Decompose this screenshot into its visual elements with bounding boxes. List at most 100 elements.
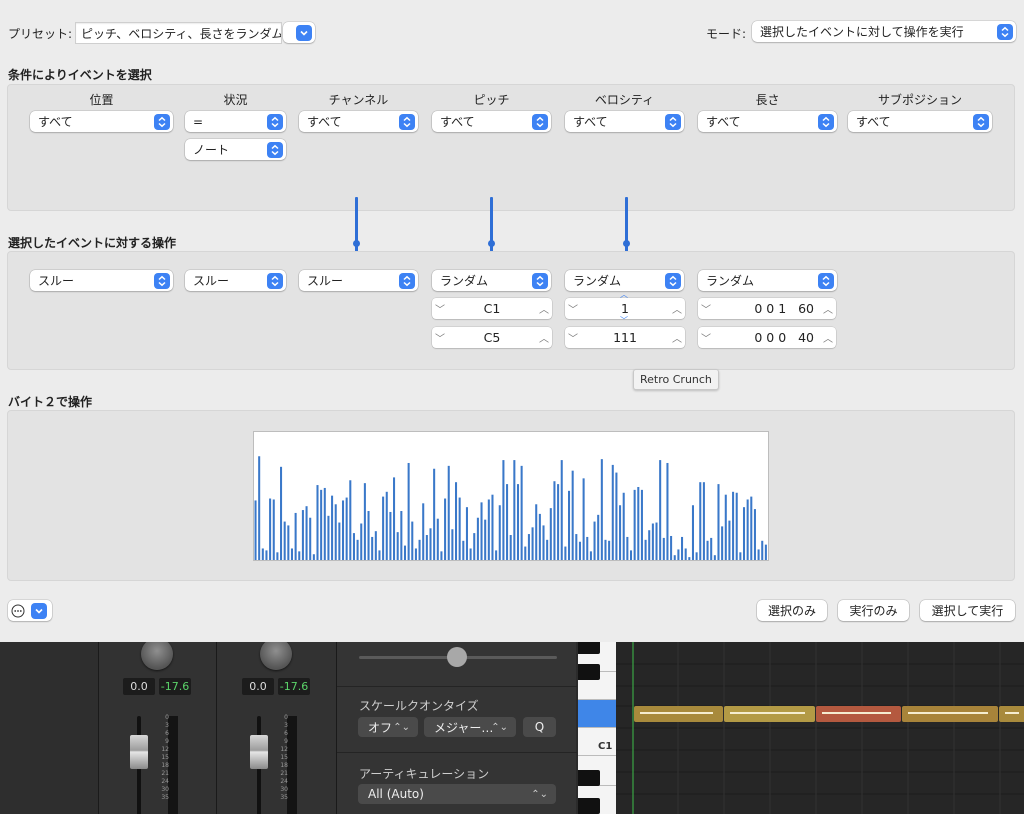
condition-popup-velocity[interactable]: すべて bbox=[565, 111, 684, 132]
chevron-up-icon[interactable]: ︿ bbox=[536, 301, 552, 316]
operation-popup-pitch[interactable]: ランダム bbox=[432, 270, 551, 291]
action-menu-button[interactable] bbox=[8, 600, 52, 621]
slider-thumb[interactable] bbox=[447, 647, 467, 667]
chevron-down-icon[interactable]: ﹀ bbox=[698, 330, 714, 345]
graph-bar bbox=[564, 546, 567, 560]
graph-bar bbox=[400, 511, 403, 560]
scale-type-popup[interactable]: メジャー… ⌃⌄ bbox=[424, 717, 516, 737]
graph-bar bbox=[418, 539, 421, 560]
preset-label: プリセット: bbox=[8, 27, 73, 41]
graph-bar bbox=[706, 540, 709, 560]
graph-bar bbox=[615, 472, 618, 560]
condition-popup-subposition[interactable]: すべて bbox=[848, 111, 992, 132]
scale-off-popup[interactable]: オフ ⌃⌄ bbox=[358, 717, 418, 737]
graph-bar bbox=[305, 506, 308, 560]
chevron-up-icon[interactable]: ︿ bbox=[669, 330, 685, 345]
graph-bar bbox=[298, 551, 301, 560]
chevron-down-icon[interactable]: ﹀ bbox=[432, 330, 448, 345]
graph-bar bbox=[371, 536, 374, 560]
condition-popup-position[interactable]: すべて bbox=[30, 111, 173, 132]
length-max-spinner[interactable]: ﹀ 0 0 0 40 ︿ bbox=[698, 327, 836, 348]
condition-sub-value-status: ノート bbox=[193, 143, 230, 157]
condition-popup-channel[interactable]: すべて bbox=[299, 111, 418, 132]
graph-bar bbox=[677, 549, 680, 560]
condition-value-position: すべて bbox=[38, 115, 73, 129]
graph-bar bbox=[396, 532, 399, 560]
graph-bar bbox=[495, 550, 498, 560]
pitch-min-value: C1 bbox=[483, 301, 501, 316]
chevron-down-icon[interactable]: ﹀ bbox=[565, 301, 581, 316]
length-min-spinner[interactable]: ﹀ 0 0 1 60 ︿ bbox=[698, 298, 836, 319]
chevron-up-icon[interactable]: ︿ bbox=[820, 330, 836, 345]
volume-fader[interactable] bbox=[250, 735, 268, 769]
graph-bar bbox=[622, 492, 625, 560]
condition-value-velocity: すべて bbox=[573, 115, 608, 129]
graph-bar bbox=[549, 508, 552, 560]
scale-type-value: メジャー… bbox=[434, 720, 494, 735]
graph-bar bbox=[753, 509, 756, 560]
midi-note[interactable] bbox=[816, 706, 901, 722]
select-and-operate-button[interactable]: 選択して実行 bbox=[920, 600, 1015, 621]
graph-bar bbox=[578, 541, 581, 560]
piano-black-key[interactable] bbox=[578, 770, 600, 786]
graph-bar bbox=[589, 551, 592, 560]
midi-note[interactable] bbox=[724, 706, 815, 722]
graph-bar bbox=[746, 499, 749, 560]
column-header-velocity: ベロシティ bbox=[594, 93, 655, 107]
pitch-max-spinner[interactable]: ﹀ C5 ︿ bbox=[432, 327, 552, 348]
piano-white-key-selected[interactable] bbox=[578, 700, 616, 728]
condition-popup-pitch[interactable]: すべて bbox=[432, 111, 551, 132]
operation-popup-position[interactable]: スルー bbox=[30, 270, 173, 291]
chevron-up-icon[interactable]: ︿ bbox=[820, 301, 836, 316]
length-max-value: 0 0 0 40 bbox=[754, 330, 814, 345]
operate-only-button[interactable]: 実行のみ bbox=[838, 600, 909, 621]
graph-bar bbox=[487, 499, 490, 560]
operation-popup-velocity[interactable]: ランダム bbox=[565, 270, 684, 291]
up-down-chevron-icon bbox=[997, 23, 1013, 40]
byte2-graph[interactable] bbox=[253, 431, 769, 561]
chevron-down-icon[interactable]: ﹀ bbox=[698, 301, 714, 316]
graph-bar bbox=[301, 510, 304, 560]
condition-popup-length[interactable]: すべて bbox=[698, 111, 837, 132]
midi-note[interactable] bbox=[902, 706, 998, 722]
pitch-min-spinner[interactable]: ﹀ C1 ︿ bbox=[432, 298, 552, 319]
graph-bar bbox=[287, 525, 290, 560]
articulation-popup[interactable]: All (Auto) ⌃⌄ bbox=[358, 784, 556, 804]
meter-scale: 0 3 6 9 12 15 18 21 24 30 35 bbox=[161, 714, 169, 801]
preset-menu-button[interactable] bbox=[283, 22, 315, 43]
graph-bar bbox=[484, 519, 487, 560]
piano-black-key[interactable] bbox=[578, 798, 600, 814]
preset-field[interactable]: ピッチ、ベロシティ、長さをランダム bbox=[75, 22, 282, 44]
condition-sub-popup-status[interactable]: ノート bbox=[185, 139, 286, 160]
piano-black-key[interactable] bbox=[578, 664, 600, 680]
pan-knob[interactable] bbox=[260, 642, 292, 670]
chevron-down-icon[interactable]: ﹀ bbox=[432, 301, 448, 316]
piano-black-key[interactable] bbox=[578, 642, 600, 654]
velocity-max-spinner[interactable]: ﹀ 111 ︿ bbox=[565, 327, 685, 348]
chevron-up-icon[interactable]: ︿ bbox=[536, 330, 552, 345]
graph-bar bbox=[640, 489, 643, 560]
graph-bar bbox=[626, 536, 629, 560]
piano-roll[interactable] bbox=[616, 642, 1024, 814]
operation-popup-channel[interactable]: スルー bbox=[299, 270, 418, 291]
chevron-up-icon[interactable]: ︿ bbox=[669, 301, 685, 316]
mode-popup[interactable]: 選択したイベントに対して操作を実行 bbox=[752, 21, 1016, 42]
select-only-button[interactable]: 選択のみ bbox=[757, 600, 827, 621]
operation-popup-length[interactable]: ランダム bbox=[698, 270, 837, 291]
graph-bar bbox=[367, 511, 370, 560]
volume-fader[interactable] bbox=[130, 735, 148, 769]
up-down-chevron-icon bbox=[154, 113, 170, 130]
graph-bar bbox=[688, 557, 691, 560]
midi-note[interactable] bbox=[999, 706, 1024, 722]
quantize-q-button[interactable]: Q bbox=[523, 717, 556, 737]
graph-bar bbox=[276, 552, 279, 560]
chevron-down-icon[interactable]: ﹀ bbox=[565, 330, 581, 345]
graph-bar bbox=[429, 528, 432, 560]
graph-bar bbox=[436, 518, 439, 560]
condition-popup-status[interactable]: = bbox=[185, 111, 286, 132]
midi-note[interactable] bbox=[634, 706, 723, 722]
operation-popup-status[interactable]: スルー bbox=[185, 270, 286, 291]
graph-bar bbox=[764, 544, 767, 560]
pan-knob[interactable] bbox=[141, 642, 173, 670]
up-down-chevron-icon bbox=[532, 113, 548, 130]
